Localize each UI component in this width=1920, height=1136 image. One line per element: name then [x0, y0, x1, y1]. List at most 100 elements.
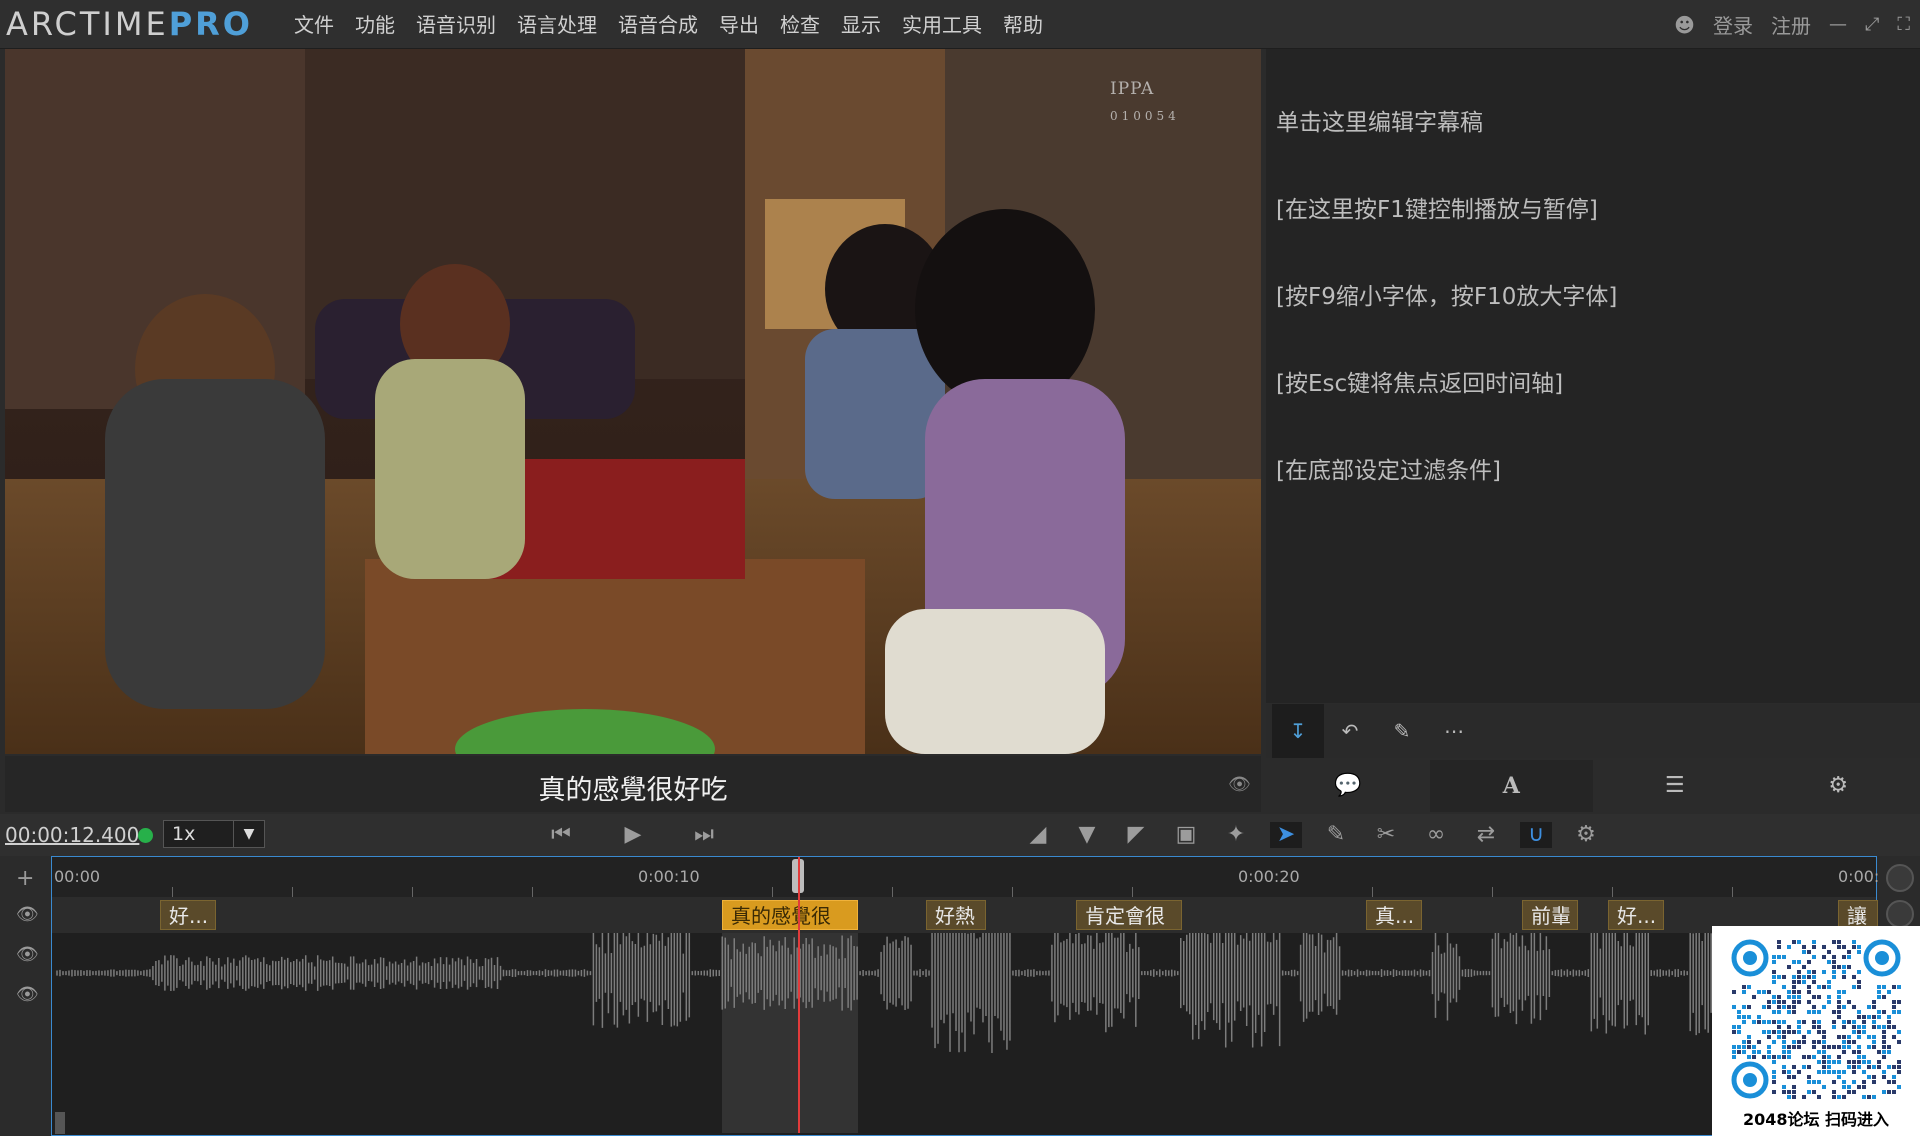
register-link[interactable]: 注册	[1771, 10, 1811, 39]
magic-wand-icon[interactable]: ✦	[1220, 822, 1252, 848]
pointer-icon[interactable]: ➤	[1270, 822, 1302, 848]
speed-select[interactable]: 1x ▼	[163, 820, 265, 848]
menu-help[interactable]: 帮助	[1003, 12, 1043, 38]
ruler-tick	[892, 887, 893, 897]
undo-icon[interactable]: ↶	[1324, 719, 1376, 743]
magnet-icon[interactable]: ∪	[1520, 822, 1552, 848]
play-icon[interactable]: ▶	[617, 822, 649, 848]
eye-icon[interactable]: 👁	[16, 984, 39, 1005]
fullscreen-icon[interactable]: ⛶	[1897, 14, 1910, 35]
scissors-icon[interactable]: ✂	[1370, 822, 1402, 848]
horizontal-scrollbar[interactable]	[55, 1112, 65, 1134]
editor-line: [在底部设定过滤条件]	[1276, 458, 1501, 484]
mark-out-icon[interactable]: ◤	[1120, 822, 1152, 848]
qr-code-overlay: 2048论坛 扫码进入	[1712, 926, 1920, 1136]
subtitle-segment[interactable]: 好...	[160, 900, 216, 930]
prev-icon[interactable]: ⏮	[545, 822, 577, 848]
more-icon[interactable]: ⋯	[1428, 719, 1480, 743]
ruler-tick	[772, 887, 773, 897]
editor-line: [按F9缩小字体，按F10放大字体]	[1276, 284, 1618, 310]
editor-text[interactable]: 单击这里编辑字幕稿 [在这里按F1键控制播放与暂停] [按F9缩小字体，按F10…	[1276, 51, 1617, 544]
tab-list-icon[interactable]: ☰	[1593, 760, 1757, 812]
ruler-tick	[1732, 887, 1733, 897]
account-area: ☻ 登录 注册 — ⤢ ⛶	[1674, 10, 1910, 39]
zoom-knob-icon[interactable]	[1886, 900, 1914, 928]
time-ruler[interactable]: 00:00 0:00:10 0:00:20 0:00:	[52, 857, 1880, 897]
status-dot	[138, 828, 153, 843]
subtitle-track[interactable]: 好... 真的感覺很 好熱 肯定會很 真... 前輩 好... 讓	[52, 897, 1878, 933]
menu-speech-synthesis[interactable]: 语音合成	[618, 12, 698, 38]
waveform-path	[56, 933, 1874, 1053]
menu-utilities[interactable]: 实用工具	[902, 12, 982, 38]
ruler-tick	[1132, 887, 1133, 897]
menu-export[interactable]: 导出	[719, 12, 759, 38]
menu-language-processing[interactable]: 语言处理	[517, 12, 597, 38]
eye-icon[interactable]: 👁	[1228, 774, 1251, 795]
swap-icon[interactable]: ⇄	[1470, 822, 1502, 848]
ruler-tick	[292, 887, 293, 897]
insert-down-icon[interactable]: ↧	[1272, 704, 1324, 758]
camera-icon[interactable]: ▣	[1170, 822, 1202, 848]
menu-file[interactable]: 文件	[294, 12, 334, 38]
ruler-tick	[1012, 887, 1013, 897]
qr-caption: 2048论坛 扫码进入	[1742, 1110, 1890, 1129]
tab-comments-icon[interactable]: 💬	[1266, 760, 1430, 812]
tab-settings-icon[interactable]: ⚙	[1757, 760, 1920, 812]
menu-display[interactable]: 显示	[841, 12, 881, 38]
user-icon: ☻	[1674, 12, 1695, 37]
subtitle-segment[interactable]: 肯定會很	[1076, 900, 1182, 930]
main-menu: 文件 功能 语音识别 语言处理 语音合成 导出 检查 显示 实用工具 帮助	[294, 12, 1064, 38]
menu-check[interactable]: 检查	[780, 12, 820, 38]
zoom-knob-icon[interactable]	[1886, 864, 1914, 892]
transport-bar: 00:00:12.400 1x ▼ ⏮ ▶ ⏭ ◢ ▼ ◤ ▣ ✦ ➤ ✎ ✂ …	[0, 814, 1920, 856]
mark-down-icon[interactable]: ▼	[1071, 822, 1103, 848]
timeline-area[interactable]: 00:00 0:00:10 0:00:20 0:00: 好... 真的感覺很 好…	[51, 856, 1880, 1136]
video-preview[interactable]: IPPA 010054	[5, 49, 1261, 754]
eye-icon[interactable]: 👁	[16, 944, 39, 965]
subtitle-segment[interactable]: 好熱	[926, 900, 986, 930]
speed-value: 1x	[172, 823, 196, 845]
login-link[interactable]: 登录	[1713, 10, 1753, 39]
subtitle-segment-active[interactable]: 真的感覺很	[722, 900, 858, 930]
ruler-label: 00:00	[54, 867, 101, 886]
qr-code-image	[1731, 939, 1901, 1099]
playhead-line	[798, 857, 800, 1133]
timecode[interactable]: 00:00:12.400	[5, 823, 139, 847]
menu-speech-recognition[interactable]: 语音识别	[416, 12, 496, 38]
ruler-tick	[532, 887, 533, 897]
watermark-brand: IPPA	[1110, 79, 1155, 99]
current-subtitle: 真的感覺很好吃	[538, 775, 728, 806]
pencil-icon[interactable]: ✎	[1376, 719, 1428, 743]
qr-modules	[1732, 940, 1901, 1099]
subtitle-script-editor[interactable]: 单击这里编辑字幕稿 [在这里按F1键控制播放与暂停] [按F9缩小字体，按F10…	[1266, 49, 1920, 703]
logo-main: ARCTIME	[6, 5, 169, 43]
menu-functions[interactable]: 功能	[355, 12, 395, 38]
app-logo: ARCTIMEPRO	[6, 6, 253, 42]
add-track-icon[interactable]: +	[16, 866, 34, 891]
watermark-code: 010054	[1110, 109, 1180, 123]
timeline-panel: + 👁 👁 👁 00:00 0:00:10 0:00:20 0:00: 好...	[0, 856, 1920, 1136]
minimize-icon[interactable]: —	[1829, 14, 1847, 35]
audio-waveform[interactable]	[52, 933, 1876, 1133]
next-icon[interactable]: ⏭	[688, 822, 720, 848]
link-icon[interactable]: ∞	[1420, 822, 1452, 848]
track-controls: + 👁 👁 👁	[0, 856, 50, 1136]
gear-icon[interactable]: ⚙	[1570, 822, 1602, 848]
editor-line: [在这里按F1键控制播放与暂停]	[1276, 197, 1598, 223]
subtitle-segment[interactable]: 真...	[1366, 900, 1422, 930]
menu-bar: ARCTIMEPRO 文件 功能 语音识别 语言处理 语音合成 导出 检查 显示…	[0, 0, 1920, 49]
subtitle-segment[interactable]: 好...	[1608, 900, 1664, 930]
ruler-tick	[172, 887, 173, 897]
eye-icon[interactable]: 👁	[16, 904, 39, 925]
tab-style-icon[interactable]: A	[1429, 760, 1593, 812]
subtitle-segment[interactable]: 前輩	[1522, 900, 1578, 930]
chevron-down-icon[interactable]: ▼	[233, 821, 264, 847]
edit-icon[interactable]: ✎	[1320, 822, 1352, 848]
editor-line: [按Esc键将焦点返回时间轴]	[1276, 371, 1564, 397]
maximize-icon[interactable]: ⤢	[1865, 14, 1879, 35]
mark-in-icon[interactable]: ◢	[1022, 822, 1054, 848]
ruler-label: 0:00:10	[638, 867, 700, 886]
video-watermark: IPPA 010054	[1110, 79, 1180, 123]
ruler-label: 0:00:	[1838, 867, 1880, 886]
ruler-label: 0:00:20	[1238, 867, 1300, 886]
